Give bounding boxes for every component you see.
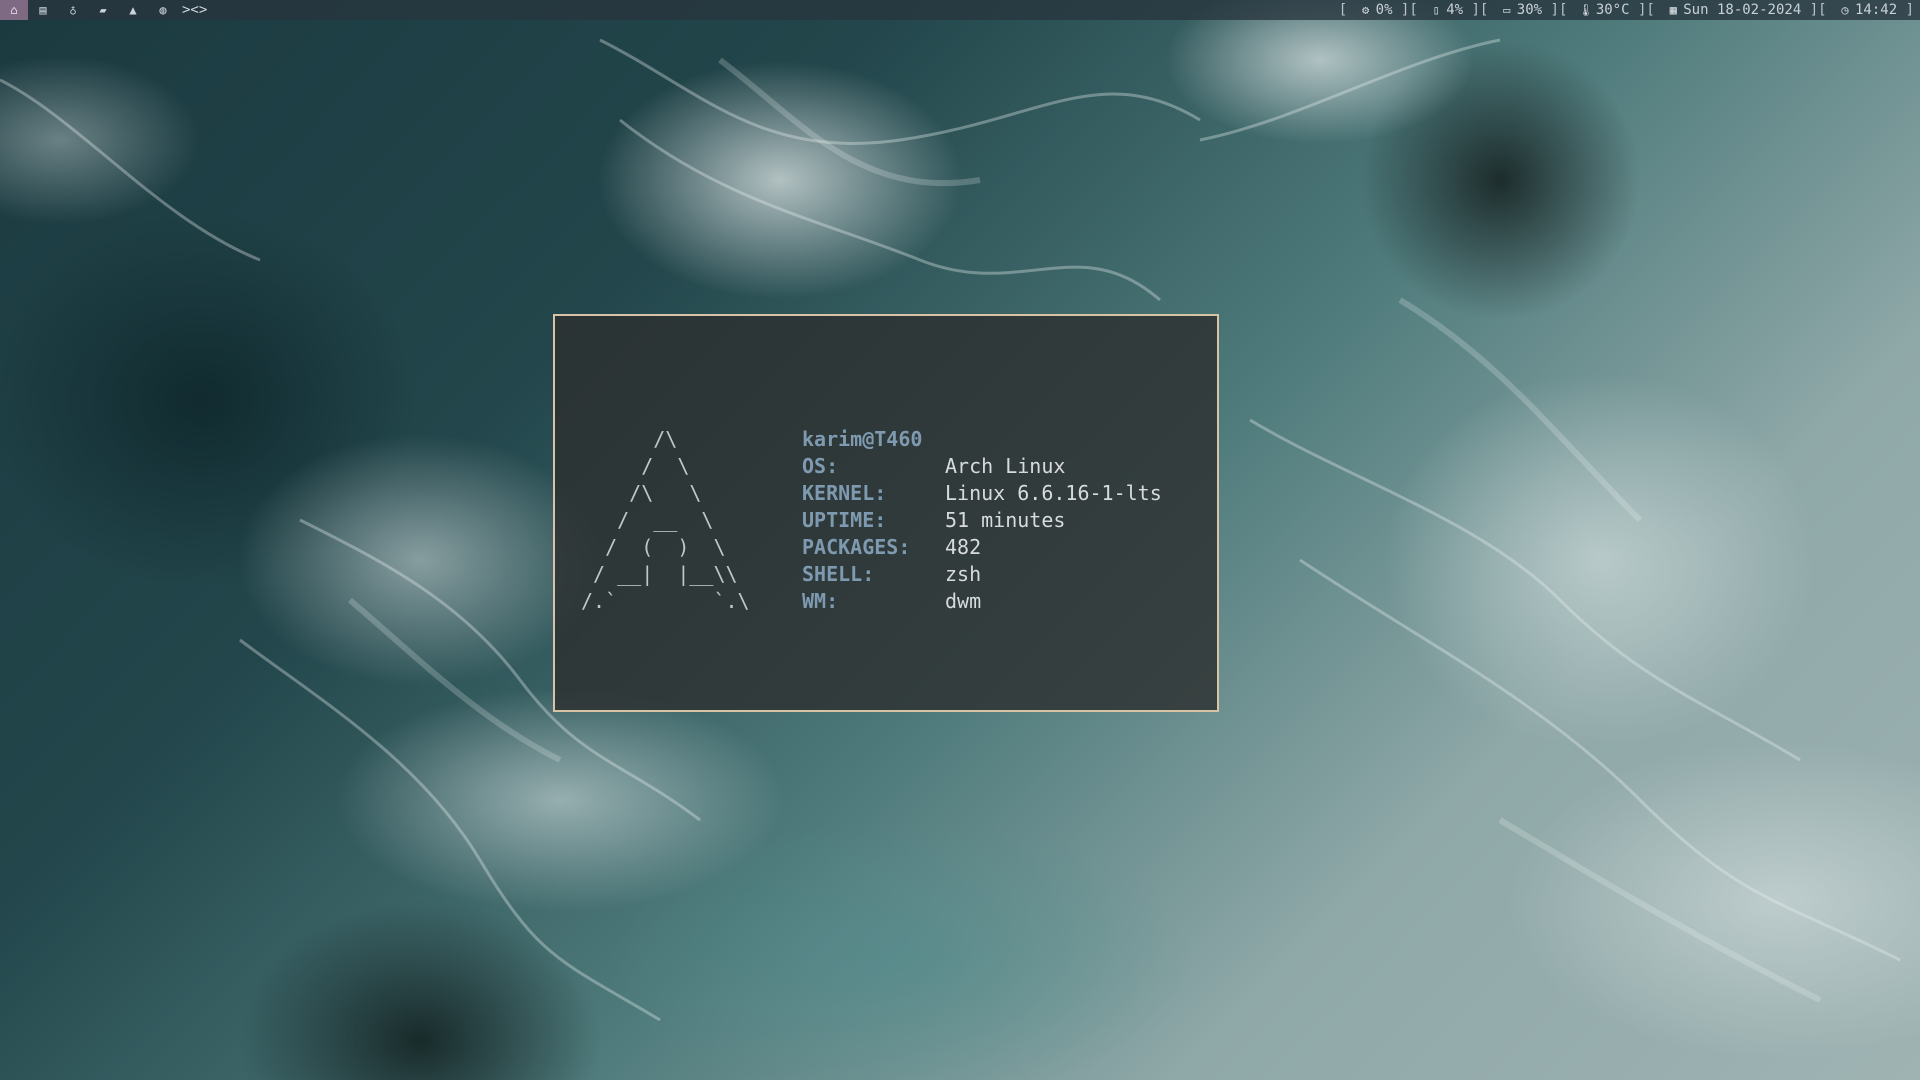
battery-level: 30% [1516,2,1543,18]
arch-ascii-logo: /\ / \ /\ \ / __ \ / ( ) \ / __| |__\\ /… [581,427,750,613]
info-key: UPTIME: [802,508,887,532]
info-row: KERNEL: Linux 6.6.16-1-lts [802,480,1162,507]
status-area: [ ⚙ 0% ][ ▯ 4% ][ ▭ 30% ][ 🌡︎ 30°C ][ ▦ … [1339,0,1920,20]
info-value: dwm [945,589,982,613]
info-key: WM: [802,589,839,613]
status-separator: ][ [1542,2,1576,18]
info-key: KERNEL: [802,481,887,505]
globe-icon: ◍ [159,3,167,17]
cpu-usage: 0% [1375,2,1393,18]
info-value: Linux 6.6.16-1-lts [945,481,1162,505]
home-icon: ⌂ [10,3,18,17]
tag-list: ⌂ ▤ ♁ ▰ ▲ ◍ [0,0,178,20]
terminal-window[interactable]: /\ / \ /\ \ / __ \ / ( ) \ / __| |__\\ /… [553,314,1219,712]
info-row: UPTIME: 51 minutes [802,507,1162,534]
tag-3[interactable]: ♁ [58,0,88,20]
system-info: karim@T460 OS: Arch Linux KERNEL: Linux 6.6… [802,426,1162,615]
disk-icon: ▯ [1432,3,1440,17]
status-separator: ][ [1392,2,1427,18]
graduation-cap-icon: ▲ [129,3,137,17]
tag-4[interactable]: ▰ [88,0,118,20]
folder-open-icon: ▰ [99,3,107,17]
status-separator: [ [1338,2,1356,18]
info-value: zsh [945,562,982,586]
info-row: SHELL: zsh [802,561,1162,588]
user-host: karim@T460 [802,427,923,451]
clock-icon: ◷ [1841,3,1849,17]
top-status-bar: ⌂ ▤ ♁ ▰ ▲ ◍ ><> [ ⚙ 0% ][ ▯ 4% ][ ▭ 30% ][ 🌡︎… [0,0,1920,20]
info-row: WM: dwm [802,588,1162,615]
battery-icon: ▭ [1503,3,1511,17]
disk-usage: 4% [1446,2,1464,18]
status-separator: ] [1897,2,1914,18]
info-row: OS: Arch Linux [802,453,1162,480]
cpu-icon: ⚙ [1362,3,1370,17]
info-value: 482 [945,535,982,559]
info-row: PACKAGES: 482 [802,534,1162,561]
calendar-icon: ▦ [1669,3,1677,17]
date-display: Sun 18-02-2024 [1683,2,1802,18]
info-list: OS: Arch Linux KERNEL: Linux 6.6.16-1-lts UP… [802,453,1162,615]
time-display: 14:42 [1854,2,1898,18]
info-value: Arch Linux [945,454,1066,478]
status-separator: ][ [1801,2,1835,18]
book-icon: ▤ [39,3,47,17]
tag-5[interactable]: ▲ [118,0,148,20]
thermometer-icon: 🌡︎ [1578,3,1594,17]
status-separator: ][ [1463,2,1497,18]
cpu-temperature: 30°C [1595,2,1630,18]
info-key: OS: [802,454,839,478]
tag-1[interactable]: ⌂ [0,0,28,20]
status-separator: ][ [1629,2,1664,18]
layout-indicator[interactable]: ><> [182,0,207,20]
tag-6[interactable]: ◍ [148,0,178,20]
info-key: SHELL: [802,562,875,586]
info-value: 51 minutes [945,508,1066,532]
flask-icon: ♁ [69,3,77,17]
tag-2[interactable]: ▤ [28,0,58,20]
info-key: PACKAGES: [802,535,911,559]
